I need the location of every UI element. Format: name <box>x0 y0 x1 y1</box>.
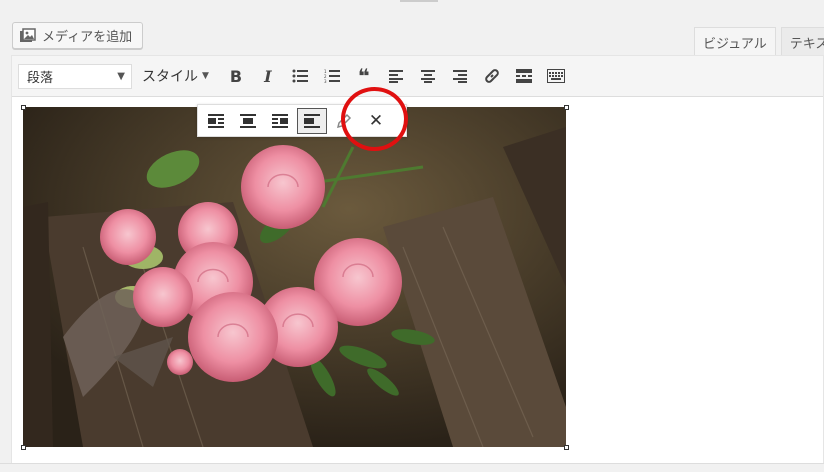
resize-handle-bottom-left[interactable] <box>21 445 26 450</box>
svg-text:3: 3 <box>324 79 327 83</box>
align-left-button[interactable] <box>381 61 411 91</box>
align-right-icon <box>452 70 467 83</box>
link-button[interactable] <box>477 61 507 91</box>
link-icon <box>485 69 499 83</box>
bold-icon: B <box>229 66 243 86</box>
read-more-button[interactable] <box>509 61 539 91</box>
image-align-right-button[interactable] <box>265 108 295 134</box>
bullet-list-icon <box>292 69 308 83</box>
align-left-icon <box>208 113 224 128</box>
format-select[interactable]: 段落 ▼ <box>18 63 132 89</box>
editor-toolbar: 段落 ▼ スタイル ▼ B I 123 ❝ <box>12 56 823 97</box>
editor-content[interactable]: ✕ <box>12 97 823 471</box>
align-right-icon <box>272 113 288 128</box>
align-right-button[interactable] <box>445 61 475 91</box>
align-center-icon <box>420 70 435 83</box>
add-media-label: メディアを追加 <box>42 30 133 45</box>
numbered-list-button[interactable]: 123 <box>317 61 347 91</box>
chevron-down-icon: ▼ <box>117 70 125 82</box>
image-align-center-button[interactable] <box>233 108 263 134</box>
bullet-list-button[interactable] <box>285 61 315 91</box>
style-dropdown[interactable]: スタイル ▼ <box>142 66 209 86</box>
italic-icon: I <box>264 66 272 86</box>
image-align-none-button[interactable] <box>297 107 327 134</box>
tab-visual[interactable]: ビジュアル <box>694 27 776 55</box>
resize-handle-top-left[interactable] <box>21 105 26 110</box>
rose-bouquet-image[interactable] <box>23 107 566 447</box>
add-media-button[interactable]: メディアを追加 <box>12 22 143 49</box>
bold-button[interactable]: B <box>221 61 251 91</box>
keyboard-icon <box>546 69 565 83</box>
align-left-icon <box>388 70 403 83</box>
add-media-icon <box>19 27 37 44</box>
align-center-button[interactable] <box>413 61 443 91</box>
style-dropdown-label: スタイル <box>142 69 198 85</box>
chevron-down-icon: ▼ <box>202 71 209 81</box>
editor-status-bar <box>0 463 824 472</box>
highlight-circle-annotation <box>341 87 408 151</box>
resize-handle-top-right[interactable] <box>564 105 569 110</box>
top-drag-handle <box>400 0 438 2</box>
resize-handle-bottom-right[interactable] <box>564 445 569 450</box>
italic-button[interactable]: I <box>253 61 283 91</box>
align-center-icon <box>240 113 256 128</box>
toolbar-toggle-button[interactable] <box>541 61 571 91</box>
numbered-list-icon: 123 <box>324 69 340 83</box>
blockquote-icon: ❝ <box>358 64 370 88</box>
read-more-icon <box>515 69 532 83</box>
editor-tabs: ビジュアル テキス <box>694 27 824 55</box>
align-none-icon <box>304 113 320 128</box>
editor-area: 段落 ▼ スタイル ▼ B I 123 ❝ ✕ <box>11 55 824 472</box>
image-align-left-button[interactable] <box>201 108 231 134</box>
tab-text[interactable]: テキス <box>780 27 824 55</box>
format-select-value: 段落 <box>27 70 54 86</box>
